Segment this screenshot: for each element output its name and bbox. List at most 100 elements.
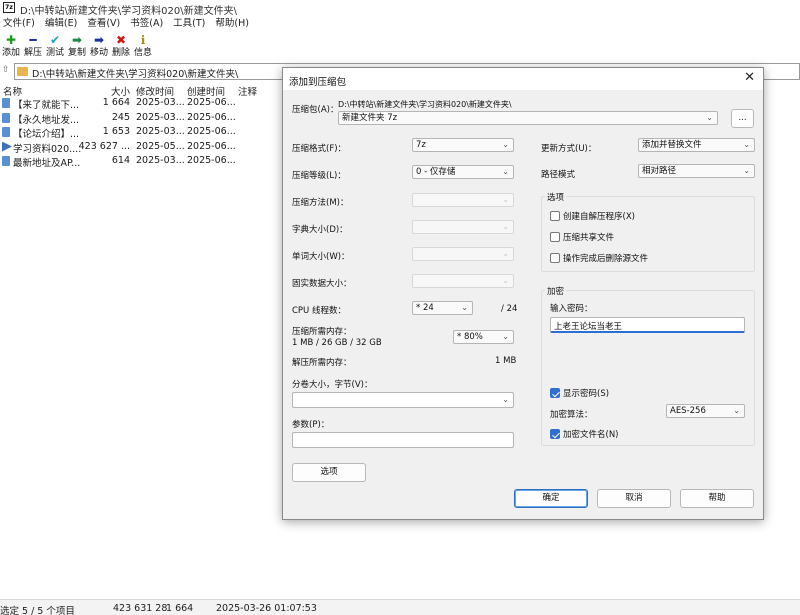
format-combo[interactable]: 7z ⌄: [412, 138, 514, 152]
options-button[interactable]: 选项: [292, 463, 366, 482]
update-value: 添加并替换文件: [642, 140, 702, 150]
text-file-icon: [2, 127, 10, 137]
file-modified: 2025-03...: [136, 111, 185, 123]
toolbar-move-arrow-button[interactable]: ➡ 移动: [88, 33, 110, 61]
ok-button[interactable]: 确定: [514, 489, 588, 508]
pathmode-combo[interactable]: 相对路径 ⌄: [638, 164, 755, 178]
sfx-checkbox[interactable]: 创建自解压程序(X): [550, 210, 635, 222]
shared-checkbox[interactable]: 压缩共享文件: [550, 231, 614, 243]
mem-comp-combo[interactable]: * 80% ⌄: [453, 330, 514, 344]
password-input[interactable]: 上老王论坛当老王: [550, 317, 745, 333]
app-title-bar: 7z D:\中转站\新建文件夹\学习资料020\新建文件夹\: [0, 0, 800, 17]
file-size: 1 653: [102, 126, 130, 137]
toolbar-check-down-button[interactable]: ✔ 测试: [44, 33, 66, 61]
level-combo[interactable]: 0 - 仅存储 ⌄: [412, 165, 514, 179]
mem-decomp-value: 1 MB: [495, 356, 517, 366]
password-value: 上老王论坛当老王: [554, 322, 623, 332]
text-file-icon: [2, 156, 10, 166]
file-size: 245: [111, 111, 130, 123]
pathmode-label: 路径模式: [541, 170, 576, 180]
file-created: 2025-06...: [187, 111, 236, 123]
dict-label: 字典大小(D)：: [292, 225, 348, 235]
word-label: 单词大小(W)：: [292, 252, 350, 262]
status-total-size: 423 631 28: [113, 603, 168, 614]
menu-bookmarks[interactable]: 书签(A): [125, 16, 168, 31]
chevron-down-icon: ⌄: [743, 166, 750, 175]
delete-after-label: 操作完成后删除源文件: [563, 254, 649, 264]
toolbar-info-button[interactable]: ℹ 信息: [132, 33, 154, 61]
menu-tools[interactable]: 工具(T): [168, 16, 210, 31]
up-folder-icon[interactable]: ⇧: [2, 65, 12, 77]
format-value: 7z: [416, 140, 426, 150]
enc-method-combo[interactable]: AES-256 ⌄: [666, 404, 745, 418]
archive-name-value: 新建文件夹 7z: [342, 113, 398, 123]
toolbar-label: 添加: [1, 48, 20, 58]
file-name: 【来了就能下...: [13, 100, 80, 111]
shared-label: 压缩共享文件: [563, 233, 615, 243]
status-selection: 选定 5 / 5 个项目: [0, 606, 75, 615]
params-input[interactable]: [292, 432, 514, 448]
toolbar-minus-button[interactable]: ━ 解压: [22, 33, 44, 61]
delete-x-icon: ✖: [115, 33, 127, 47]
mem-comp-detail: 1 MB / 26 GB / 32 GB: [292, 338, 382, 348]
checkbox-box: [550, 388, 560, 398]
format-label: 压缩格式(F)：: [292, 144, 347, 154]
cancel-button[interactable]: 取消: [597, 489, 671, 508]
close-icon[interactable]: ✕: [744, 71, 755, 85]
move-arrow-icon: ➡: [93, 33, 105, 47]
browse-button[interactable]: ...: [731, 109, 754, 128]
threads-label: CPU 线程数：: [292, 306, 346, 316]
folder-icon: [17, 67, 28, 76]
chevron-down-icon: ⌄: [502, 140, 509, 149]
menu-file[interactable]: 文件(F): [0, 16, 40, 31]
checkbox-box: [550, 211, 560, 221]
toolbar: ✚ 添加 ━ 解压 ✔ 测试 ➡ 复制 ➡ 移动 ✖ 删除 ℹ 信息: [0, 33, 800, 61]
menu-bar: 文件(F) 编辑(E) 查看(V) 书签(A) 工具(T) 帮助(H): [0, 16, 800, 31]
threads-combo[interactable]: * 24 ⌄: [412, 301, 473, 315]
window-title: D:\中转站\新建文件夹\学习资料020\新建文件夹\: [20, 6, 238, 17]
toolbar-delete-x-button[interactable]: ✖ 删除: [110, 33, 132, 61]
chevron-down-icon: ⌄: [743, 140, 750, 149]
info-icon: ℹ: [140, 33, 146, 47]
7zip-app-icon: 7z: [3, 2, 15, 13]
file-created: 2025-06...: [187, 97, 236, 108]
menu-view[interactable]: 查看(V): [82, 16, 125, 31]
file-modified: 2025-03...: [136, 126, 185, 137]
archive-name-combo[interactable]: 新建文件夹 7z ⌄: [338, 111, 718, 125]
file-name: 最新地址及AP...: [13, 158, 81, 169]
chevron-down-icon: ⌄: [502, 332, 509, 341]
help-button[interactable]: 帮助: [680, 489, 754, 508]
update-combo[interactable]: 添加并替换文件 ⌄: [638, 138, 755, 152]
encryption-group-title: 加密: [545, 285, 567, 297]
volume-combo[interactable]: ⌄: [292, 392, 514, 408]
update-label: 更新方式(U)：: [541, 144, 597, 154]
params-label: 参数(P)：: [292, 420, 330, 430]
toolbar-copy-arrow-button[interactable]: ➡ 复制: [66, 33, 88, 61]
checkbox-box: [550, 232, 560, 242]
checkbox-box: [550, 429, 560, 439]
chevron-down-icon: ⌄: [502, 249, 509, 258]
chevron-down-icon: ⌄: [461, 303, 468, 312]
encrypt-names-checkbox[interactable]: 加密文件名(N): [550, 428, 619, 440]
minus-icon: ━: [29, 33, 37, 47]
status-datetime: 2025-03-26 01:07:53: [216, 603, 317, 614]
file-name: 【永久地址发...: [13, 114, 80, 126]
toolbar-plus-button[interactable]: ✚ 添加: [0, 33, 22, 61]
file-name: 学习资料020....: [13, 143, 82, 155]
menu-help[interactable]: 帮助(H): [210, 16, 254, 31]
file-name: 【论坛介绍】...: [13, 129, 80, 140]
show-password-checkbox[interactable]: 显示密码(S): [550, 387, 609, 399]
chevron-down-icon: ⌄: [502, 395, 509, 404]
plus-icon: ✚: [5, 33, 17, 47]
enc-method-value: AES-256: [670, 406, 706, 416]
file-created: 2025-06...: [187, 155, 236, 166]
chevron-down-icon: ⌄: [502, 222, 509, 231]
text-file-icon: [2, 98, 10, 108]
chevron-down-icon: ⌄: [733, 406, 740, 415]
threads-value: * 24: [416, 303, 434, 313]
address-path: D:\中转站\新建文件夹\学习资料020\新建文件夹\: [32, 69, 239, 80]
mem-comp-label: 压缩所需内存：: [292, 327, 352, 337]
delete-after-checkbox[interactable]: 操作完成后删除源文件: [550, 252, 648, 264]
menu-edit[interactable]: 编辑(E): [40, 16, 82, 31]
enc-method-label: 加密算法：: [550, 410, 593, 420]
